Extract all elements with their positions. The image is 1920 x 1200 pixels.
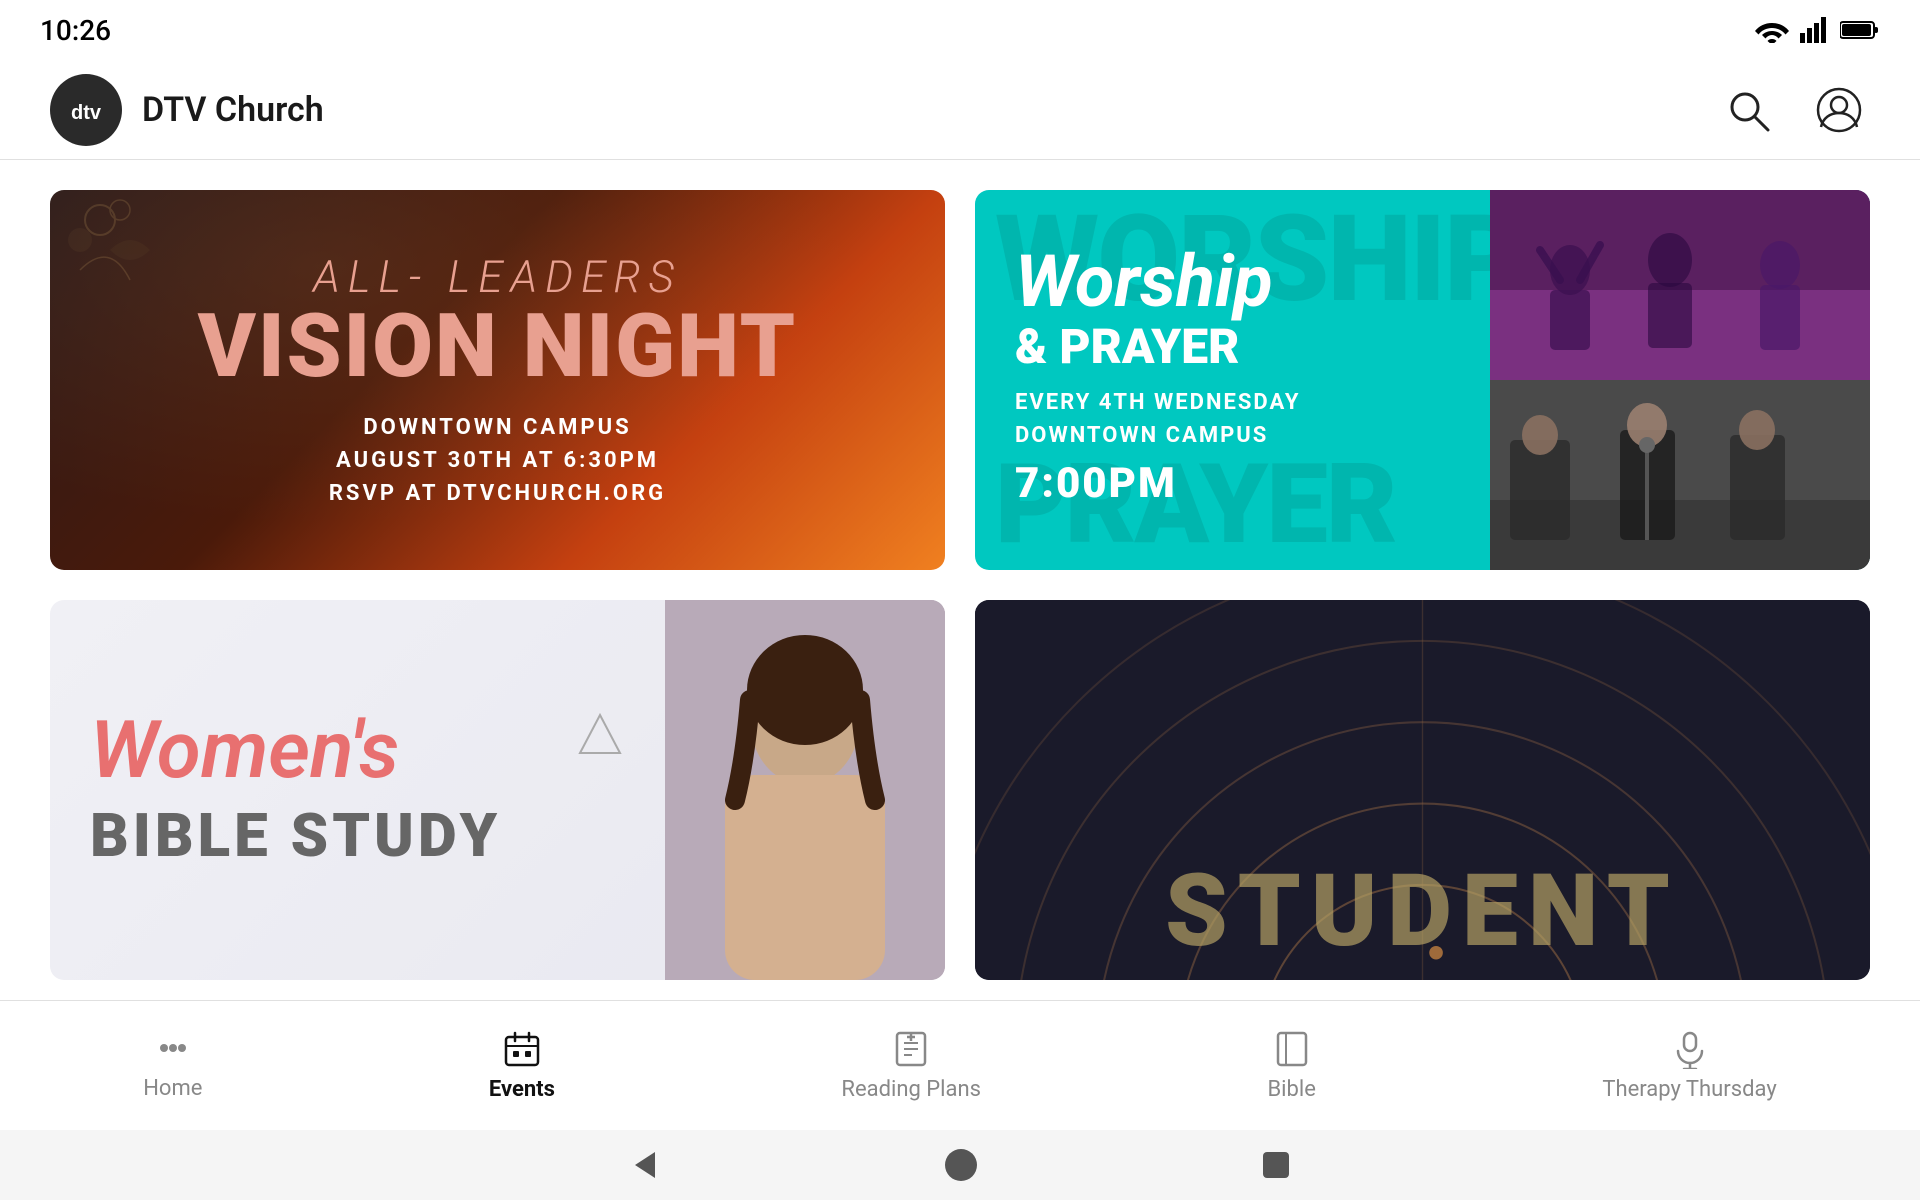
worship-subtitle: & PRAYER (1015, 323, 1450, 371)
home-button[interactable] (943, 1147, 979, 1183)
womens-bold-text: BIBLE STUDY (90, 800, 625, 871)
back-button[interactable] (627, 1147, 663, 1183)
bible-icon (1272, 1029, 1312, 1069)
svg-text:dtv: dtv (71, 102, 102, 124)
wifi-icon (1754, 17, 1790, 43)
worship-photo-band (1490, 380, 1870, 570)
cards-grid: ALL- LEADERS VISION NIGHT DOWNTOWN CAMPU… (50, 190, 1870, 980)
vision-detail-3: RSVP AT DTVCHURCH.ORG (198, 477, 797, 510)
student-text: STUDENT (975, 853, 1870, 970)
worship-detail-2: DOWNTOWN CAMPUS (1015, 419, 1450, 452)
nav-reading-plans[interactable]: Reading Plans (801, 1019, 1021, 1112)
nav-events[interactable]: Events (449, 1019, 595, 1112)
events-icon (502, 1029, 542, 1069)
profile-button[interactable] (1808, 79, 1870, 141)
app-title: DTV Church (142, 90, 324, 130)
worship-photo-audience (1490, 190, 1870, 380)
worship-info: Worship & PRAYER EVERY 4TH WEDNESDAY DOW… (975, 216, 1490, 545)
card-student[interactable]: STUDENT (975, 600, 1870, 980)
search-icon (1726, 88, 1770, 132)
audience-illustration (1490, 190, 1870, 380)
header: dtv DTV Church (0, 60, 1920, 160)
nav-events-label: Events (489, 1077, 555, 1102)
card-vision-night[interactable]: ALL- LEADERS VISION NIGHT DOWNTOWN CAMPU… (50, 190, 945, 570)
bottom-nav: Home Events R (0, 1000, 1920, 1130)
nav-bible[interactable]: Bible (1227, 1019, 1355, 1112)
nav-therapy-thursday-label: Therapy Thursday (1602, 1077, 1776, 1102)
vision-details: DOWNTOWN CAMPUS AUGUST 30TH AT 6:30PM RS… (198, 411, 797, 510)
vision-detail-1: DOWNTOWN CAMPUS (198, 411, 797, 444)
womens-person-illustration (665, 600, 945, 980)
app-logo: dtv (50, 74, 122, 146)
content-area: ALL- LEADERS VISION NIGHT DOWNTOWN CAMPU… (0, 160, 1920, 1000)
nav-reading-plans-label: Reading Plans (841, 1077, 981, 1102)
system-nav-bar (0, 1130, 1920, 1200)
recents-icon (1259, 1148, 1293, 1182)
header-right (1718, 79, 1870, 141)
womens-photo (665, 600, 945, 980)
worship-script-title: Worship (1015, 246, 1450, 318)
search-button[interactable] (1718, 80, 1778, 140)
header-left: dtv DTV Church (50, 74, 324, 146)
status-bar: 10:26 (0, 0, 1920, 60)
triangle-icon (575, 710, 625, 760)
status-icons (1754, 17, 1880, 43)
womens-script-title: Women's (90, 710, 625, 790)
vision-detail-2: AUGUST 30TH AT 6:30PM (198, 444, 797, 477)
card-worship-prayer[interactable]: WORSHIP PRAYER Worship & PRAYER EVERY 4T… (975, 190, 1870, 570)
battery-icon (1840, 19, 1880, 41)
worship-detail-1: EVERY 4TH WEDNESDAY (1015, 386, 1450, 419)
nav-bible-label: Bible (1267, 1077, 1315, 1102)
status-time: 10:26 (40, 14, 111, 47)
nav-home-label: Home (143, 1076, 202, 1101)
nav-therapy-thursday[interactable]: Therapy Thursday (1562, 1019, 1816, 1112)
worship-time: 7:00PM (1015, 452, 1450, 515)
band-illustration (1490, 380, 1870, 570)
back-icon (627, 1147, 663, 1183)
signal-icon (1800, 17, 1830, 43)
worship-details: EVERY 4TH WEDNESDAY DOWNTOWN CAMPUS 7:00… (1015, 386, 1450, 515)
vision-main-text: VISION NIGHT (198, 303, 797, 391)
home-nav-icon (943, 1147, 979, 1183)
profile-icon (1816, 87, 1862, 133)
worship-photos (1490, 190, 1870, 570)
card-womens-bible-study[interactable]: Women's BIBLE STUDY (50, 600, 945, 980)
mic-icon (1670, 1029, 1710, 1069)
recents-button[interactable] (1259, 1148, 1293, 1182)
nav-home[interactable]: Home (103, 1020, 242, 1111)
home-icon (154, 1030, 192, 1068)
womens-text: Women's BIBLE STUDY (50, 680, 665, 901)
reading-plans-icon (891, 1029, 931, 1069)
logo-icon: dtv (61, 85, 111, 135)
